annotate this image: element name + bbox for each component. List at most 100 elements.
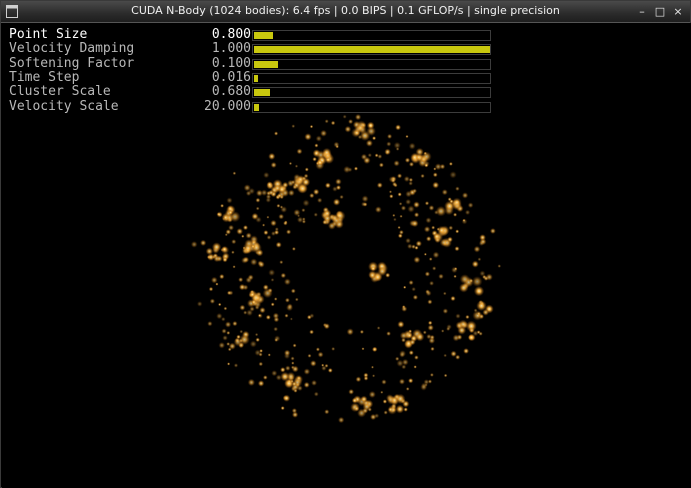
particle [420, 383, 428, 391]
particle [280, 272, 287, 279]
particle [353, 166, 359, 171]
particle [401, 305, 408, 312]
particle [370, 265, 376, 272]
particle [231, 239, 237, 245]
particle [413, 201, 420, 209]
particle [327, 367, 333, 373]
particle [227, 362, 231, 366]
particle [339, 194, 344, 200]
particle [306, 314, 312, 320]
particle [473, 245, 481, 253]
particle [395, 147, 400, 151]
particle [285, 365, 291, 372]
particle [432, 251, 440, 259]
particle [273, 326, 279, 332]
particle [433, 232, 441, 241]
param-slider[interactable] [252, 102, 491, 113]
particle [455, 313, 461, 319]
particle [408, 350, 414, 356]
particle [452, 197, 462, 208]
particle [291, 411, 299, 418]
particle [207, 253, 215, 261]
param-slider[interactable] [252, 59, 491, 70]
particle [200, 239, 207, 247]
particle [291, 365, 299, 373]
particle [309, 124, 314, 129]
param-slider-fill [254, 104, 259, 111]
particle [399, 352, 405, 358]
param-slider[interactable] [252, 87, 491, 98]
particle [412, 188, 418, 194]
particle [284, 313, 289, 318]
param-name: Velocity Scale [9, 99, 119, 114]
particle [479, 234, 486, 241]
particle [415, 332, 425, 342]
param-slider[interactable] [252, 73, 491, 84]
particle [449, 171, 457, 179]
particle [413, 256, 421, 264]
particle [286, 229, 292, 235]
particle [443, 373, 448, 378]
particle [411, 286, 417, 292]
particle [209, 298, 216, 304]
particle [387, 407, 394, 413]
particle [309, 329, 314, 335]
param-slider[interactable] [252, 30, 491, 41]
particle [386, 331, 391, 336]
particle [415, 240, 422, 247]
particle [304, 133, 312, 141]
particle [348, 119, 354, 125]
particle [311, 379, 318, 386]
particle [360, 153, 368, 161]
param-slider[interactable] [252, 44, 491, 55]
particle [218, 342, 226, 349]
particle [476, 311, 481, 316]
particle [422, 330, 427, 335]
particle [368, 390, 376, 399]
particle [268, 269, 276, 277]
particle [438, 273, 444, 280]
particle [393, 217, 397, 222]
particle [276, 203, 281, 208]
particle [441, 189, 448, 196]
particle [377, 266, 388, 277]
particle [453, 274, 457, 279]
particle [454, 246, 460, 252]
particle [216, 255, 223, 262]
particle [473, 285, 485, 297]
param-name: Softening Factor [9, 56, 135, 71]
particle [290, 356, 295, 361]
particle [292, 184, 298, 190]
particle [407, 243, 413, 250]
simulation-canvas[interactable]: Point Size 0.800 Velocity Damping 1.000 Soft… [2, 23, 691, 488]
param-name: Point Size [9, 27, 88, 42]
particle [233, 363, 239, 368]
particle [317, 351, 324, 358]
particle [465, 314, 470, 320]
particle [321, 365, 327, 371]
particle [377, 154, 383, 159]
close-icon[interactable]: × [672, 5, 684, 18]
maximize-icon[interactable]: □ [654, 5, 666, 18]
particle [291, 124, 296, 129]
particle [398, 202, 403, 206]
particle [245, 190, 252, 197]
particle [270, 302, 275, 307]
particle [279, 260, 284, 265]
param-slider-fill [254, 61, 278, 68]
particle [421, 151, 432, 162]
particle [259, 307, 266, 314]
particle [226, 290, 232, 296]
particle [278, 213, 285, 220]
particle [276, 193, 282, 199]
title-bar[interactable]: CUDA N-Body (1024 bodies): 6.4 fps | 0.0… [1, 1, 690, 23]
particle [224, 321, 232, 328]
minimize-icon[interactable]: – [636, 5, 648, 18]
particle [219, 273, 225, 280]
particle [371, 365, 374, 369]
particle [324, 409, 330, 415]
particle [222, 257, 228, 263]
particle [270, 161, 277, 169]
particle [374, 206, 382, 214]
particle [280, 206, 288, 213]
